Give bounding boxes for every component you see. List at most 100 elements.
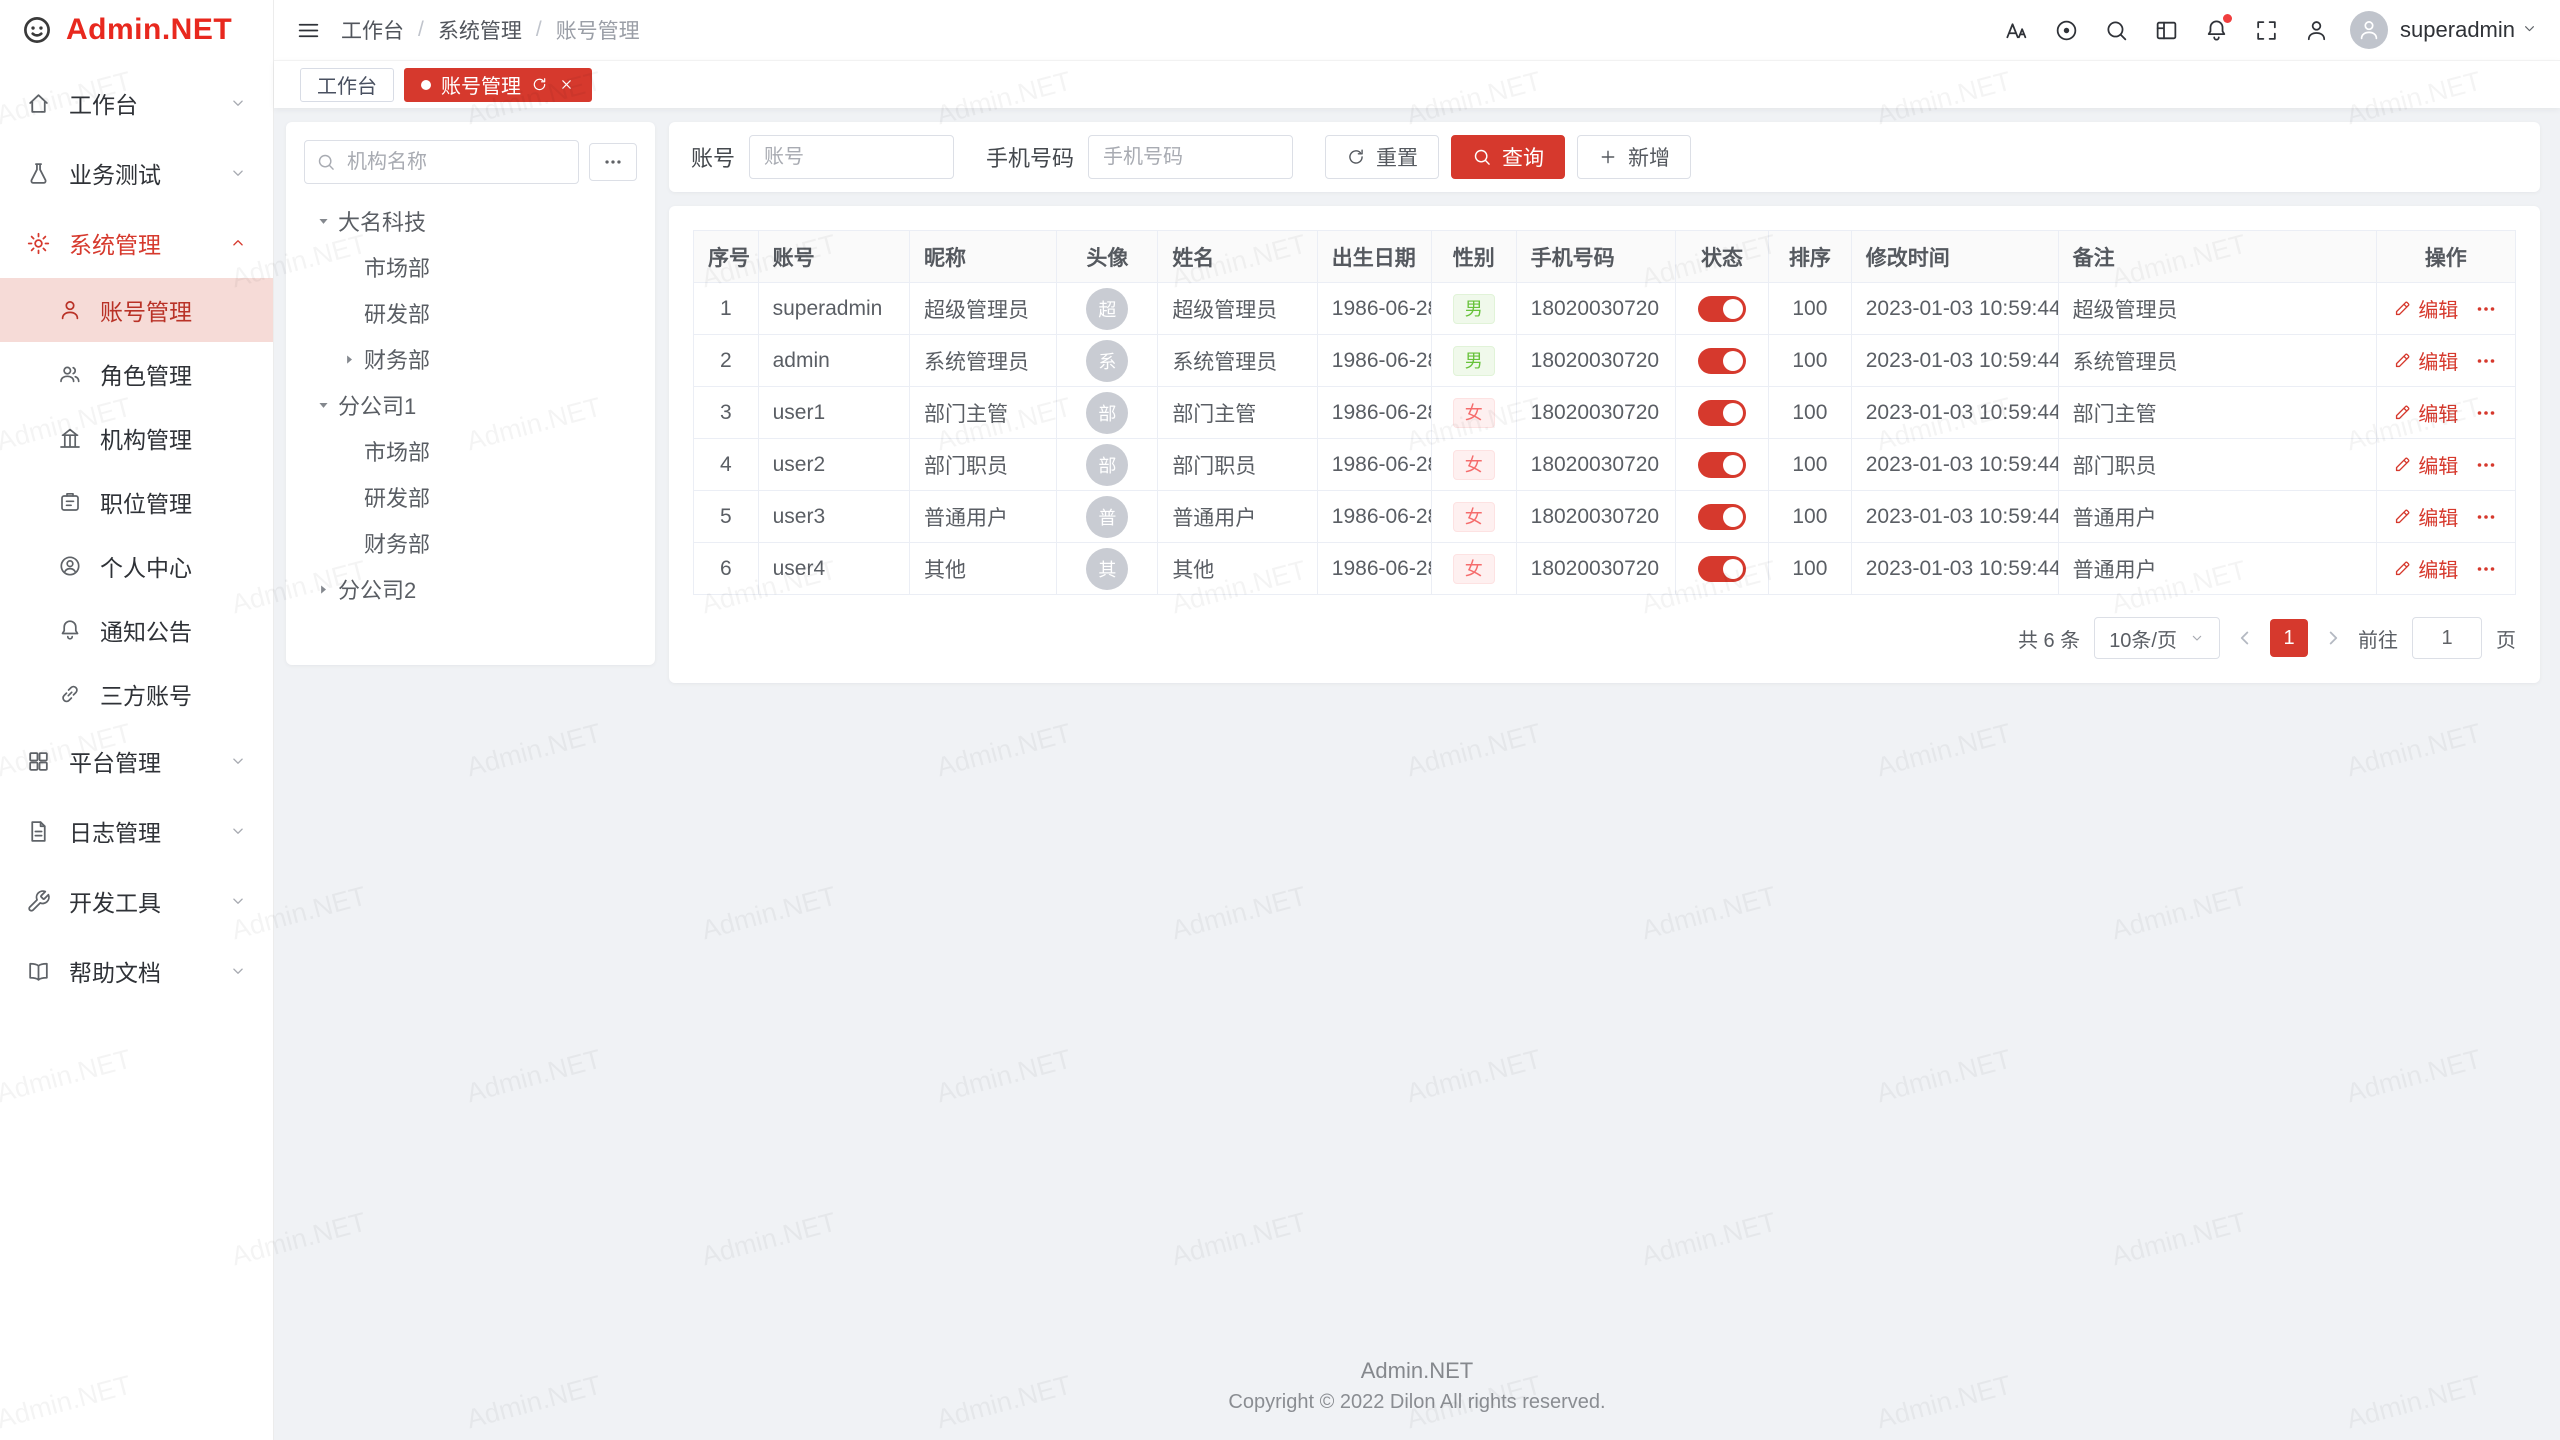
sidebar-item-role-management[interactable]: 角色管理 bbox=[0, 342, 273, 406]
main-area: 工作台/系统管理/账号管理 superadmin 工作台账号管理 bbox=[274, 0, 2560, 1440]
font-size-button[interactable] bbox=[1994, 8, 2038, 52]
account-button[interactable] bbox=[2294, 8, 2338, 52]
search-button[interactable]: 查询 bbox=[1451, 135, 1565, 179]
tab-refresh-icon[interactable] bbox=[531, 73, 548, 96]
row-more-button[interactable] bbox=[2474, 349, 2498, 373]
fullscreen-button[interactable] bbox=[2244, 8, 2288, 52]
sidebar-item-personal-center[interactable]: 个人中心 bbox=[0, 534, 273, 598]
status-toggle[interactable] bbox=[1698, 504, 1746, 530]
tree-caret bbox=[334, 532, 364, 554]
edit-button[interactable]: 编辑 bbox=[2393, 450, 2458, 479]
sidebar-item-business-test[interactable]: 业务测试 bbox=[0, 138, 273, 208]
breadcrumb-item[interactable]: 系统管理 bbox=[438, 15, 522, 45]
tree-more-button[interactable] bbox=[589, 143, 637, 181]
sidebar-item-label: 通知公告 bbox=[100, 613, 192, 647]
more-icon bbox=[2474, 453, 2498, 477]
breadcrumb-item[interactable]: 工作台 bbox=[341, 15, 404, 45]
logo-text: Admin.NET bbox=[66, 13, 232, 47]
cell-nickname: 超级管理员 bbox=[924, 299, 1029, 322]
edit-button[interactable]: 编辑 bbox=[2393, 346, 2458, 375]
tree-caret[interactable] bbox=[308, 578, 338, 600]
tab-close-icon[interactable] bbox=[558, 73, 575, 96]
edit-icon bbox=[2393, 507, 2412, 526]
breadcrumb-item[interactable]: 账号管理 bbox=[556, 15, 640, 45]
status-toggle[interactable] bbox=[1698, 452, 1746, 478]
tree-node[interactable]: 分公司2 bbox=[304, 566, 637, 612]
column-header-phone: 手机号码 bbox=[1516, 231, 1675, 283]
user-menu-caret[interactable] bbox=[2521, 17, 2538, 43]
gender-badge: 女 bbox=[1453, 502, 1495, 532]
status-toggle[interactable] bbox=[1698, 296, 1746, 322]
header-action-icons bbox=[1994, 8, 2338, 52]
status-toggle[interactable] bbox=[1698, 556, 1746, 582]
status-toggle[interactable] bbox=[1698, 400, 1746, 426]
tree-node[interactable]: 分公司1 bbox=[304, 382, 637, 428]
tree-node[interactable]: 市场部 bbox=[304, 428, 637, 474]
tree-node[interactable]: 研发部 bbox=[304, 474, 637, 520]
account-filter-input[interactable] bbox=[749, 135, 954, 179]
sidebar-item-workbench[interactable]: 工作台 bbox=[0, 68, 273, 138]
cell-sort: 100 bbox=[1792, 453, 1827, 476]
sidebar-item-position-management[interactable]: 职位管理 bbox=[0, 470, 273, 534]
current-page-button[interactable]: 1 bbox=[2270, 619, 2308, 657]
menu-collapse-button[interactable] bbox=[296, 8, 321, 52]
tab-account-management[interactable]: 账号管理 bbox=[404, 68, 592, 102]
row-more-button[interactable] bbox=[2474, 453, 2498, 477]
sidebar-item-platform-management[interactable]: 平台管理 bbox=[0, 726, 273, 796]
refresh-icon bbox=[531, 76, 548, 93]
tree-caret[interactable] bbox=[308, 210, 338, 232]
edit-icon bbox=[2393, 351, 2412, 370]
tree-node[interactable]: 研发部 bbox=[304, 290, 637, 336]
edit-button[interactable]: 编辑 bbox=[2393, 502, 2458, 531]
sidebar-item-org-management[interactable]: 机构管理 bbox=[0, 406, 273, 470]
status-toggle[interactable] bbox=[1698, 348, 1746, 374]
cell-remark: 普通用户 bbox=[2073, 507, 2157, 530]
test-icon bbox=[26, 161, 51, 186]
row-more-button[interactable] bbox=[2474, 557, 2498, 581]
account-icon bbox=[2304, 18, 2329, 43]
tree-caret[interactable] bbox=[334, 348, 364, 370]
user-avatar[interactable] bbox=[2350, 11, 2388, 49]
edit-button[interactable]: 编辑 bbox=[2393, 554, 2458, 583]
sidebar-item-log-management[interactable]: 日志管理 bbox=[0, 796, 273, 866]
sidebar-item-account-management[interactable]: 账号管理 bbox=[0, 278, 273, 342]
sidebar-item-third-party-account[interactable]: 三方账号 bbox=[0, 662, 273, 726]
cell-account: user3 bbox=[773, 505, 826, 528]
cell-name: 普通用户 bbox=[1172, 507, 1256, 530]
tab-workbench[interactable]: 工作台 bbox=[300, 68, 394, 102]
page-size-select[interactable]: 10条/页 bbox=[2094, 617, 2220, 659]
phone-filter-input[interactable] bbox=[1088, 135, 1293, 179]
cell-birth: 1986-06-28 bbox=[1332, 453, 1432, 476]
cell-remark: 部门职员 bbox=[2073, 455, 2157, 478]
row-more-button[interactable] bbox=[2474, 401, 2498, 425]
prev-page-button[interactable] bbox=[2234, 627, 2256, 649]
app-logo[interactable]: Admin.NET bbox=[0, 0, 273, 60]
add-button[interactable]: 新增 bbox=[1577, 135, 1691, 179]
table-row: 6user4其他其其他1986-06-28女180200307201002023… bbox=[694, 543, 2516, 595]
row-more-button[interactable] bbox=[2474, 505, 2498, 529]
edit-button[interactable]: 编辑 bbox=[2393, 398, 2458, 427]
sidebar-item-help-docs[interactable]: 帮助文档 bbox=[0, 936, 273, 1006]
tree-node[interactable]: 市场部 bbox=[304, 244, 637, 290]
org-search-input[interactable] bbox=[304, 140, 579, 184]
cell-phone: 18020030720 bbox=[1531, 349, 1659, 372]
username[interactable]: superadmin bbox=[2400, 17, 2515, 43]
sidebar-item-notice-announcement[interactable]: 通知公告 bbox=[0, 598, 273, 662]
edit-button[interactable]: 编辑 bbox=[2393, 294, 2458, 323]
sidebar-item-dev-tools[interactable]: 开发工具 bbox=[0, 866, 273, 936]
goto-page-input[interactable] bbox=[2412, 617, 2482, 659]
next-page-button[interactable] bbox=[2322, 627, 2344, 649]
tree-node[interactable]: 财务部 bbox=[304, 520, 637, 566]
tree-node[interactable]: 财务部 bbox=[304, 336, 637, 382]
cell-remark: 普通用户 bbox=[2073, 559, 2157, 582]
search-button[interactable] bbox=[2094, 8, 2138, 52]
notification-button[interactable] bbox=[2194, 8, 2238, 52]
row-more-button[interactable] bbox=[2474, 297, 2498, 321]
tree-caret[interactable] bbox=[308, 394, 338, 416]
caret-down-fill-icon bbox=[316, 214, 331, 229]
tree-node[interactable]: 大名科技 bbox=[304, 198, 637, 244]
theme-button[interactable] bbox=[2044, 8, 2088, 52]
reset-button[interactable]: 重置 bbox=[1325, 135, 1439, 179]
layout-button[interactable] bbox=[2144, 8, 2188, 52]
sidebar-item-system-management[interactable]: 系统管理 bbox=[0, 208, 273, 278]
